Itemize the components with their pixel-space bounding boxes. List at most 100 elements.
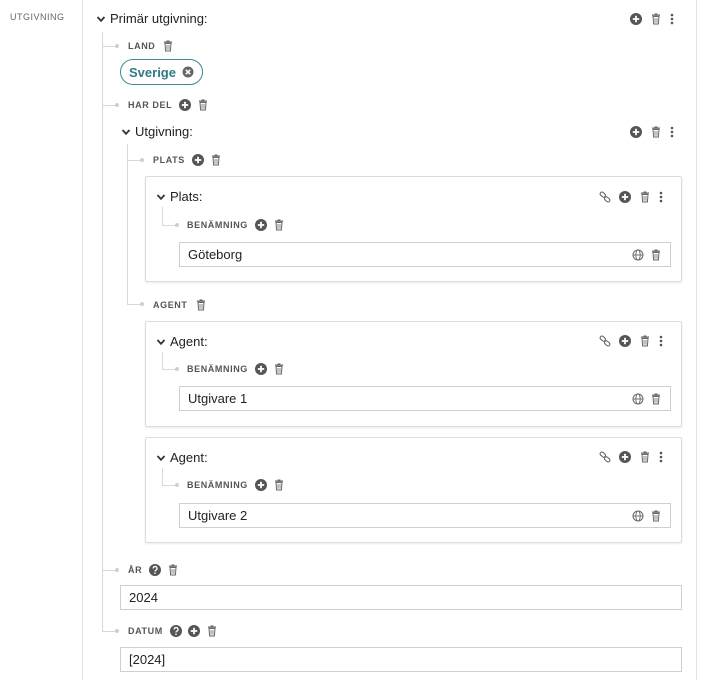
- link-icon[interactable]: [599, 191, 611, 203]
- add-icon[interactable]: [255, 219, 267, 231]
- link-icon[interactable]: [599, 451, 611, 463]
- add-icon[interactable]: [188, 625, 200, 637]
- chevron-down-icon[interactable]: [156, 337, 166, 347]
- plats-header[interactable]: Plats:: [156, 189, 203, 204]
- link-icon[interactable]: [599, 335, 611, 347]
- property-agent: AGENT: [153, 299, 207, 311]
- tree-connector: [102, 46, 116, 47]
- property-benamning: BENÄMNING: [187, 363, 285, 375]
- property-label-benamning: BENÄMNING: [187, 220, 248, 230]
- trash-icon[interactable]: [273, 219, 285, 231]
- agent-benamning-field[interactable]: Utgivare 2: [179, 503, 671, 528]
- tree-node-dot: [175, 223, 179, 227]
- plats-benamning-value[interactable]: Göteborg: [188, 247, 632, 262]
- trash-icon[interactable]: [639, 335, 651, 347]
- property-benamning: BENÄMNING: [187, 219, 285, 231]
- property-label-ar: ÅR: [128, 565, 143, 575]
- add-icon[interactable]: [630, 13, 642, 25]
- trash-icon[interactable]: [210, 154, 222, 166]
- primary-utgivning-header[interactable]: Primär utgivning:: [96, 11, 208, 26]
- more-options-icon[interactable]: [670, 13, 674, 25]
- tree-connector: [127, 160, 141, 161]
- property-label-har-del: HAR DEL: [128, 100, 173, 110]
- chevron-down-icon[interactable]: [156, 192, 166, 202]
- tree-connector: [162, 225, 176, 226]
- globe-icon[interactable]: [632, 510, 644, 522]
- property-label-benamning: BENÄMNING: [187, 480, 248, 490]
- globe-icon[interactable]: [632, 249, 644, 261]
- add-icon[interactable]: [619, 335, 631, 347]
- tree-node-dot: [115, 629, 119, 633]
- trash-icon[interactable]: [650, 13, 662, 25]
- tree-line: [162, 468, 163, 485]
- trash-icon[interactable]: [197, 99, 209, 111]
- more-options-icon[interactable]: [659, 191, 663, 203]
- tree-node-dot: [175, 367, 179, 371]
- ar-value[interactable]: 2024: [129, 590, 673, 605]
- tree-line: [162, 207, 163, 225]
- tree-connector: [102, 631, 116, 632]
- more-options-icon[interactable]: [670, 126, 674, 138]
- trash-icon[interactable]: [167, 564, 179, 576]
- land-value-chip[interactable]: Sverige: [120, 59, 203, 85]
- trash-icon[interactable]: [206, 625, 218, 637]
- help-icon[interactable]: [149, 564, 161, 576]
- agent-benamning-value[interactable]: Utgivare 2: [188, 508, 632, 523]
- plats-actions: [599, 191, 663, 203]
- tree-node-dot: [115, 44, 119, 48]
- trash-icon[interactable]: [162, 40, 174, 52]
- add-icon[interactable]: [192, 154, 204, 166]
- chevron-down-icon[interactable]: [121, 127, 131, 137]
- agent-actions: [599, 451, 663, 463]
- add-icon[interactable]: [179, 99, 191, 111]
- tree-connector: [102, 105, 116, 106]
- trash-icon[interactable]: [650, 249, 662, 261]
- agent-header[interactable]: Agent:: [156, 450, 208, 465]
- property-land: LAND: [128, 40, 174, 52]
- trash-icon[interactable]: [650, 393, 662, 405]
- add-icon[interactable]: [630, 126, 642, 138]
- trash-icon[interactable]: [650, 510, 662, 522]
- ar-field[interactable]: 2024: [120, 585, 682, 610]
- agent-header[interactable]: Agent:: [156, 334, 208, 349]
- primary-utgivning-actions: [630, 13, 674, 25]
- tree-connector: [102, 570, 116, 571]
- more-options-icon[interactable]: [659, 451, 663, 463]
- add-icon[interactable]: [255, 479, 267, 491]
- remove-circle-icon[interactable]: [182, 66, 194, 78]
- trash-icon[interactable]: [273, 363, 285, 375]
- globe-icon[interactable]: [632, 393, 644, 405]
- datum-value[interactable]: [2024]: [129, 652, 673, 667]
- trash-icon[interactable]: [650, 126, 662, 138]
- tree-node-dot: [140, 158, 144, 162]
- tree-node-dot: [115, 103, 119, 107]
- agent-title: Agent:: [170, 450, 208, 465]
- agent-title: Agent:: [170, 334, 208, 349]
- section-label-utgivning: UTGIVNING: [10, 12, 65, 22]
- agent-actions: [599, 335, 663, 347]
- property-datum: DATUM: [128, 625, 218, 637]
- add-icon[interactable]: [255, 363, 267, 375]
- chevron-down-icon[interactable]: [96, 14, 106, 24]
- property-label-land: LAND: [128, 41, 156, 51]
- utgivning-header[interactable]: Utgivning:: [121, 124, 193, 139]
- chevron-down-icon[interactable]: [156, 453, 166, 463]
- datum-field[interactable]: [2024]: [120, 647, 682, 672]
- trash-icon[interactable]: [195, 299, 207, 311]
- agent-benamning-field[interactable]: Utgivare 1: [179, 386, 671, 411]
- tree-line: [102, 32, 103, 632]
- plats-benamning-field[interactable]: Göteborg: [179, 242, 671, 267]
- utgivning-actions: [630, 126, 674, 138]
- help-icon[interactable]: [170, 625, 182, 637]
- utgivning-title: Utgivning:: [135, 124, 193, 139]
- add-icon[interactable]: [619, 451, 631, 463]
- tree-node-dot: [140, 302, 144, 306]
- agent-benamning-value[interactable]: Utgivare 1: [188, 391, 632, 406]
- trash-icon[interactable]: [639, 451, 651, 463]
- property-plats: PLATS: [153, 154, 222, 166]
- add-icon[interactable]: [619, 191, 631, 203]
- primary-utgivning-title: Primär utgivning:: [110, 11, 208, 26]
- trash-icon[interactable]: [639, 191, 651, 203]
- trash-icon[interactable]: [273, 479, 285, 491]
- more-options-icon[interactable]: [659, 335, 663, 347]
